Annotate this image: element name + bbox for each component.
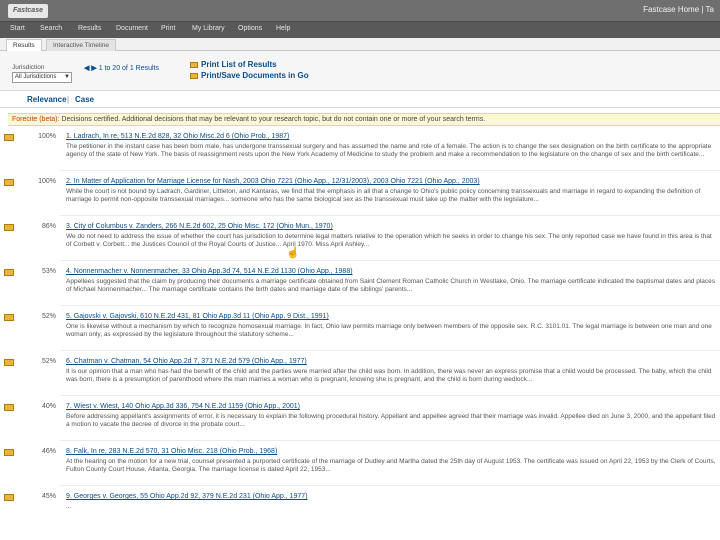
forecite-notice: Forecite (beta): Decisions certified. Ad… <box>8 113 720 126</box>
folder-icon <box>190 61 198 68</box>
result-row: 86% 3. City of Columbus v. Zanders, 266 … <box>0 221 720 261</box>
prev-page-icon[interactable]: ◀ <box>84 65 89 72</box>
folder-icon[interactable] <box>4 134 14 141</box>
print-save-label: Print/Save Documents in Go <box>201 71 309 80</box>
results-controls: Jurisdiction All Jurisdictions ▼ ◀ ▶ 1 t… <box>0 51 720 91</box>
case-title-link[interactable]: 3. City of Columbus v. Zanders, 266 N.E.… <box>66 223 333 230</box>
case-snippet: The petitioner in the instant case has b… <box>66 143 712 159</box>
case-snippet: At the hearing on the motion for a new t… <box>66 458 716 474</box>
result-row: 100% 2. In Matter of Application for Mar… <box>0 176 720 216</box>
sort-relevance[interactable]: Relevance <box>27 95 67 104</box>
result-pager: ◀ ▶ 1 to 20 of 1 Results <box>84 64 159 72</box>
row-divider <box>60 395 720 396</box>
row-divider <box>60 215 720 216</box>
relevance-score: 52% <box>41 358 56 365</box>
jurisdiction-label: Jurisdiction <box>12 64 45 71</box>
menu-my-library[interactable]: My Library <box>192 25 225 32</box>
results-list: 100% 1. Ladrach, In re, 513 N.E.2d 828, … <box>0 131 720 540</box>
next-page-icon[interactable]: ▶ <box>91 65 96 72</box>
case-snippet: ... <box>66 503 72 510</box>
pager-text: 1 to 20 of 1 Results <box>98 65 160 72</box>
relevance-score: 52% <box>41 313 56 320</box>
folder-icon[interactable] <box>4 179 14 186</box>
relevance-score: 46% <box>41 448 56 455</box>
menu-bar: Start Search Results Document Print My L… <box>0 22 720 38</box>
sort-separator: | <box>67 95 70 104</box>
print-links: Print List of Results Print/Save Documen… <box>190 60 309 82</box>
case-title-link[interactable]: 4. Nonnenmacher v. Nonnenmacher, 33 Ohio… <box>66 268 353 275</box>
result-row: 53% 4. Nonnenmacher v. Nonnenmacher, 33 … <box>0 266 720 306</box>
row-divider <box>60 440 720 441</box>
row-divider <box>60 170 720 171</box>
case-snippet: It is our opinion that a man who has had… <box>66 368 712 384</box>
print-list-link[interactable]: Print List of Results <box>190 60 309 70</box>
relevance-score: 100% <box>38 178 56 185</box>
menu-search[interactable]: Search <box>40 25 62 32</box>
case-snippet: One is likewise without a mechanism by w… <box>66 323 712 339</box>
print-save-link[interactable]: Print/Save Documents in Go <box>190 71 309 81</box>
result-row: 46% 8. Falk, In re, 283 N.E.2d 570, 31 O… <box>0 446 720 486</box>
case-title-link[interactable]: 7. Wiest v. Wiest, 140 Ohio App.3d 336, … <box>66 403 300 410</box>
case-title-link[interactable]: 1. Ladrach, In re, 513 N.E.2d 828, 32 Oh… <box>66 133 289 140</box>
tab-interactive-timeline[interactable]: Interactive Timeline <box>46 39 116 51</box>
header-links[interactable]: Fastcase Home | Ta <box>643 5 714 14</box>
folder-icon[interactable] <box>4 314 14 321</box>
case-snippet: While the court is not bound by Ladrach,… <box>66 188 701 204</box>
menu-document[interactable]: Document <box>116 25 148 32</box>
result-row: 45% 9. Georges v. Georges, 55 Ohio App.2… <box>0 491 720 531</box>
row-divider <box>60 305 720 306</box>
menu-results[interactable]: Results <box>78 25 101 32</box>
tab-row: Results Interactive Timeline <box>0 38 720 51</box>
top-bar: Fastcase Fastcase Home | Ta <box>0 0 720 22</box>
menu-start[interactable]: Start <box>10 25 25 32</box>
mouse-cursor-icon: ☝ <box>286 247 300 259</box>
folder-icon[interactable] <box>4 269 14 276</box>
folder-icon[interactable] <box>4 494 14 501</box>
case-title-link[interactable]: 8. Falk, In re, 283 N.E.2d 570, 31 Ohio … <box>66 448 277 455</box>
jurisdiction-value: All Jurisdictions <box>15 74 57 80</box>
sort-case[interactable]: Case <box>75 95 94 104</box>
folder-icon[interactable] <box>4 224 14 231</box>
jurisdiction-select[interactable]: All Jurisdictions ▼ <box>12 72 72 83</box>
relevance-score: 100% <box>38 133 56 140</box>
folder-icon[interactable] <box>4 449 14 456</box>
row-divider <box>60 260 720 261</box>
row-divider <box>60 485 720 486</box>
menu-print[interactable]: Print <box>161 25 175 32</box>
relevance-score: 40% <box>41 403 56 410</box>
chevron-down-icon: ▼ <box>64 74 70 80</box>
tab-results[interactable]: Results <box>6 39 42 51</box>
menu-help[interactable]: Help <box>276 25 290 32</box>
menu-options[interactable]: Options <box>238 25 262 32</box>
relevance-score: 45% <box>41 493 56 500</box>
fastcase-logo[interactable]: Fastcase <box>8 4 48 18</box>
case-title-link[interactable]: 6. Chatman v. Chatman, 54 Ohio App.2d 7,… <box>66 358 307 365</box>
row-divider <box>60 350 720 351</box>
result-row: 100% 1. Ladrach, In re, 513 N.E.2d 828, … <box>0 131 720 171</box>
case-snippet: We do not need to address the issue of w… <box>66 233 712 249</box>
case-snippet: Before addressing appellant's assignment… <box>66 413 716 429</box>
folder-icon <box>190 72 198 79</box>
result-row: 52% 6. Chatman v. Chatman, 54 Ohio App.2… <box>0 356 720 396</box>
result-row: 40% 7. Wiest v. Wiest, 140 Ohio App.3d 3… <box>0 401 720 441</box>
folder-icon[interactable] <box>4 404 14 411</box>
folder-icon[interactable] <box>4 359 14 366</box>
forecite-flag[interactable]: Forecite (beta): <box>12 116 59 123</box>
case-snippet: Appellees suggested that the claim by pr… <box>66 278 716 294</box>
case-title-link[interactable]: 5. Gajovski v. Gajovski, 610 N.E.2d 431,… <box>66 313 329 320</box>
case-title-link[interactable]: 9. Georges v. Georges, 55 Ohio App.2d 92… <box>66 493 308 500</box>
forecite-text: Decisions certified. Additional decision… <box>61 116 486 123</box>
relevance-score: 86% <box>41 223 56 230</box>
print-list-label: Print List of Results <box>201 60 277 69</box>
relevance-score: 53% <box>41 268 56 275</box>
case-title-link[interactable]: 2. In Matter of Application for Marriage… <box>66 178 480 185</box>
sort-row: Relevance | Case <box>0 91 720 108</box>
result-row: 52% 5. Gajovski v. Gajovski, 610 N.E.2d … <box>0 311 720 351</box>
